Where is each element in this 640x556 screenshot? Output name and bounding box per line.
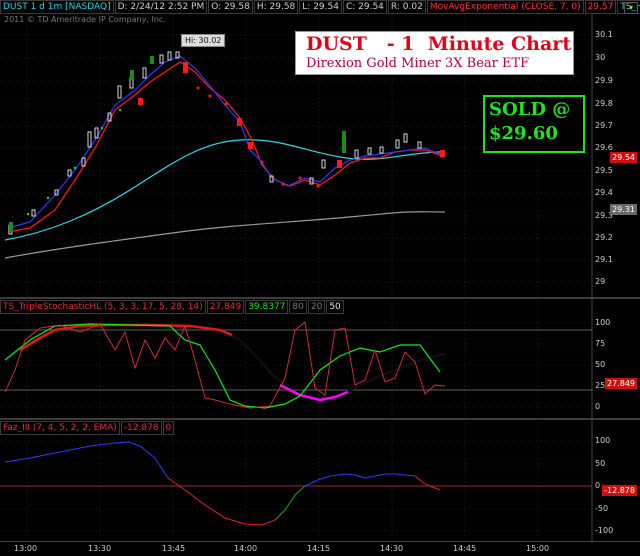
faz-tick: 0 xyxy=(595,481,601,490)
faz-pane-header: Faz_III (7, 4, 5, 2, 2, EMA) -12.878 0 xyxy=(0,421,175,435)
sold-price: $29.60 xyxy=(489,123,558,144)
price-tick: 29.1 xyxy=(595,255,613,264)
long-ma-line xyxy=(4,211,446,259)
faz-tick: 100 xyxy=(595,436,611,445)
time-tick: 14:15 xyxy=(307,544,331,553)
chart-title-annotation: DUST - 1 Minute Chart Direxion Gold Mine… xyxy=(295,31,574,75)
price-tick: 29 xyxy=(595,277,606,286)
stoch-tick: 25 xyxy=(595,381,606,390)
time-tick: 13:30 xyxy=(88,544,112,553)
faz-red-line-2 xyxy=(414,475,441,491)
signal-dots xyxy=(196,86,320,188)
stoch-tick: 50 xyxy=(595,360,606,369)
stoch-pane-header: TS_TripleStochasticHL (5, 3, 3, 17, 5, 2… xyxy=(0,300,345,314)
time-tick: 14:45 xyxy=(453,544,477,553)
price-tick: 29.9 xyxy=(595,76,613,85)
sold-annotation: SOLD @ $29.60 xyxy=(483,95,585,153)
faz-study-label[interactable]: Faz_III (7, 4, 5, 2, 2, EMA) xyxy=(0,421,120,435)
faz-tick: 50 xyxy=(595,459,606,468)
time-tick: 13:45 xyxy=(162,544,186,553)
stoch-green-line xyxy=(4,323,441,409)
annotation-subtitle: Direxion Gold Miner 3X Bear ETF xyxy=(306,56,530,71)
ma-price-badge: 29.31 xyxy=(610,204,637,215)
time-axis: 13:00 13:30 13:45 14:00 14:15 14:30 14:4… xyxy=(0,541,640,556)
price-tick: 30 xyxy=(595,53,606,62)
price-tick: 29.5 xyxy=(595,166,613,175)
stoch-magenta-line xyxy=(279,383,349,402)
time-tick: 13:00 xyxy=(14,544,38,553)
fast-red-line xyxy=(7,61,441,233)
faz-tick: -100 xyxy=(595,526,614,535)
price-tick: 29.8 xyxy=(595,99,613,108)
faz-green-line xyxy=(274,485,306,521)
annotation-title: DUST - 1 Minute Chart xyxy=(306,33,572,55)
price-tick: 29.4 xyxy=(595,188,613,197)
stoch-tab-80[interactable]: 80 xyxy=(289,300,307,314)
stoch-study-label[interactable]: TS_TripleStochasticHL (5, 3, 3, 17, 5, 2… xyxy=(0,300,206,314)
time-tick: 14:30 xyxy=(380,544,404,553)
price-tick: 29.2 xyxy=(595,233,613,242)
faz-red-line xyxy=(167,477,286,526)
stoch-tick: 100 xyxy=(595,318,611,327)
price-candles-filled xyxy=(9,56,445,232)
price-tick: 30.1 xyxy=(595,30,613,39)
last-price-badge: 29.54 xyxy=(610,152,637,163)
price-candles xyxy=(8,51,422,235)
faz-value-2: 0 xyxy=(162,421,175,435)
faz-tick: -50 xyxy=(595,504,609,513)
price-grid xyxy=(0,14,592,541)
chart-canvas[interactable] xyxy=(0,0,640,555)
stoch-tick: 75 xyxy=(595,339,606,348)
faz-blue-line-2 xyxy=(304,473,416,487)
stoch-value-2: 39.8377 xyxy=(245,300,289,314)
price-tick: 29.7 xyxy=(595,121,613,130)
stoch-tick: 0 xyxy=(595,402,601,411)
stoch-tab-20[interactable]: 20 xyxy=(307,300,326,314)
stoch-tab-50[interactable]: 50 xyxy=(326,300,344,314)
high-label: Hi: 30.02 xyxy=(181,34,226,47)
stoch-value-badge: 27.849 xyxy=(605,378,637,389)
faz-blue-line xyxy=(4,441,169,479)
sold-label: SOLD @ xyxy=(489,99,571,120)
stoch-value-1: 27.849 xyxy=(206,300,245,314)
price-tick: 29.6 xyxy=(595,143,613,152)
faz-value-badge: -12.878 xyxy=(602,485,637,496)
time-tick: 14:00 xyxy=(234,544,258,553)
time-tick: 15:00 xyxy=(526,544,550,553)
faz-value: -12.878 xyxy=(120,421,162,435)
